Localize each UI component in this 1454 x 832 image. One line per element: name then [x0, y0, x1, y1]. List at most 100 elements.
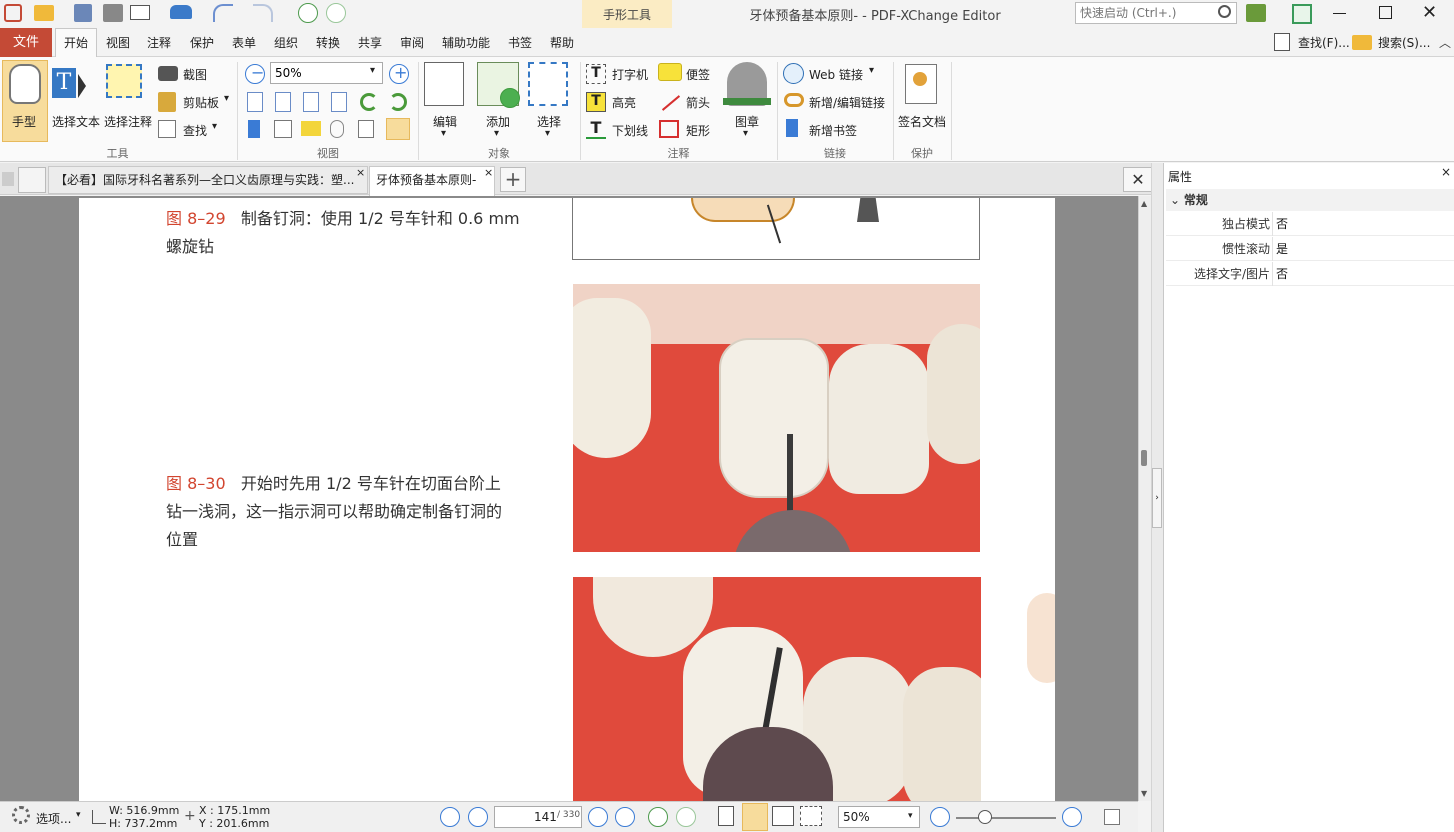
chevron-down-icon[interactable]: ▾: [224, 93, 229, 104]
close-icon[interactable]: ✕: [1422, 2, 1437, 23]
chevron-down-icon[interactable]: ▾: [545, 128, 550, 139]
tab-home[interactable]: 开始: [55, 28, 97, 58]
fit-visible-icon[interactable]: [331, 92, 347, 112]
single-page-icon[interactable]: [718, 806, 734, 826]
undo-icon[interactable]: [213, 4, 233, 22]
sign-document-button[interactable]: 签名文档: [898, 113, 946, 130]
find-button[interactable]: 查找(F)...: [1298, 34, 1350, 52]
customize-icon[interactable]: [1246, 4, 1266, 22]
first-page-icon[interactable]: [440, 807, 460, 827]
section-general[interactable]: ⌄ 常规: [1166, 189, 1454, 211]
find-tool-button[interactable]: 查找: [183, 122, 207, 139]
app-icon[interactable]: [4, 4, 22, 22]
property-row-select-text-image[interactable]: 选择文字/图片 否: [1166, 262, 1454, 286]
highlight-button[interactable]: 高亮: [612, 94, 636, 111]
zoom-slider-thumb[interactable]: [978, 810, 992, 824]
attachment-icon[interactable]: [330, 120, 344, 138]
next-page-icon[interactable]: [588, 807, 608, 827]
scroll-up-icon[interactable]: ▲: [1141, 199, 1147, 208]
rectangle-button[interactable]: 矩形: [686, 122, 710, 139]
last-page-icon[interactable]: [615, 807, 635, 827]
actual-size-icon[interactable]: [247, 92, 263, 112]
current-page[interactable]: 141: [534, 810, 557, 824]
tab-convert[interactable]: 转换: [316, 34, 340, 52]
scroll-down-icon[interactable]: ▼: [1141, 789, 1147, 798]
open-folder-icon[interactable]: [34, 5, 54, 21]
properties-pane-icon[interactable]: [386, 118, 410, 140]
typewriter-button[interactable]: 打字机: [612, 66, 648, 83]
tab-share[interactable]: 共享: [358, 34, 382, 52]
select-comment-button[interactable]: 选择注释: [104, 113, 152, 130]
file-menu[interactable]: 文件: [0, 28, 52, 57]
tab-organize[interactable]: 组织: [274, 34, 298, 52]
chevron-down-icon[interactable]: ▾: [869, 65, 874, 76]
property-row-inertial-scroll[interactable]: 惯性滚动 是: [1166, 237, 1454, 261]
quick-launch-input[interactable]: [1075, 2, 1237, 24]
facing-pages-icon[interactable]: [772, 806, 794, 826]
continuous-facing-icon[interactable]: [800, 806, 822, 826]
print-icon[interactable]: [103, 4, 123, 22]
tab-document-1[interactable]: 【必看】国际牙科名著系列—全口义齿原理与实践：塑...: [48, 166, 368, 194]
back-icon[interactable]: [298, 3, 318, 23]
continuous-page-icon[interactable]: [742, 803, 768, 831]
layers-icon[interactable]: [358, 120, 374, 138]
status-view-icon[interactable]: [1104, 809, 1120, 825]
snapshot-button[interactable]: 截图: [183, 66, 207, 83]
chevron-down-icon[interactable]: ▾: [76, 810, 81, 820]
zoom-in-icon[interactable]: [1062, 807, 1082, 827]
arrow-button[interactable]: 箭头: [686, 94, 710, 111]
clipboard-button[interactable]: 剪贴板: [183, 94, 219, 111]
prev-page-icon[interactable]: [468, 807, 488, 827]
cloud-icon[interactable]: [170, 5, 192, 19]
web-link-button[interactable]: Web 链接: [809, 66, 863, 83]
email-icon[interactable]: [130, 5, 150, 20]
chevron-down-icon[interactable]: ▾: [441, 128, 446, 139]
zoom-select[interactable]: [270, 62, 383, 84]
minimize-icon[interactable]: [1333, 13, 1346, 14]
tab-accessibility[interactable]: 辅助功能: [442, 34, 490, 52]
gear-icon[interactable]: [12, 806, 30, 824]
scroll-thumb[interactable]: [1141, 450, 1147, 466]
tab-forms[interactable]: 表单: [232, 34, 256, 52]
tab-review[interactable]: 审阅: [400, 34, 424, 52]
new-bookmark-button[interactable]: 新增书签: [809, 122, 857, 139]
vertical-scrollbar[interactable]: [1138, 196, 1151, 801]
forward-view-icon[interactable]: [676, 807, 696, 827]
search-icon[interactable]: [1218, 5, 1231, 18]
forward-icon[interactable]: [326, 3, 346, 23]
new-edit-link-button[interactable]: 新增/编辑链接: [809, 94, 885, 111]
zoom-out-icon[interactable]: [930, 807, 950, 827]
chevron-down-icon[interactable]: ▾: [212, 121, 217, 132]
tab-bookmarks[interactable]: 书签: [508, 34, 532, 52]
options-button[interactable]: 选项...: [36, 810, 71, 827]
fit-width-icon[interactable]: [303, 92, 319, 112]
zoom-slider[interactable]: [956, 817, 1056, 819]
pages-icon[interactable]: [274, 120, 292, 138]
tab-document-2[interactable]: 牙体预备基本原则-: [369, 166, 495, 196]
property-value[interactable]: 否: [1276, 262, 1288, 286]
tab-comment[interactable]: 注释: [147, 34, 171, 52]
sticky-note-button[interactable]: 便签: [686, 66, 710, 83]
redo-icon[interactable]: [253, 4, 273, 22]
save-icon[interactable]: [74, 4, 92, 22]
chevron-down-icon[interactable]: ▾: [743, 128, 748, 139]
maximize-icon[interactable]: [1379, 6, 1392, 19]
underline-button[interactable]: 下划线: [612, 122, 648, 139]
zoom-value[interactable]: 50%: [843, 810, 870, 824]
chevron-down-icon[interactable]: ▾: [908, 811, 913, 821]
fullscreen-icon[interactable]: [1292, 4, 1312, 24]
tab-view[interactable]: 视图: [106, 34, 130, 52]
tab-help[interactable]: 帮助: [550, 34, 574, 52]
collapse-ribbon-icon[interactable]: ︿: [1439, 34, 1451, 51]
pdf-page[interactable]: 图 8–29 制备钉洞：使用 1/2 号车针和 0.6 mm 螺旋钻 图 8–3…: [79, 198, 1055, 801]
search-button[interactable]: 搜索(S)...: [1378, 34, 1430, 52]
collapse-pane-icon[interactable]: ›: [1152, 468, 1162, 528]
bookmark-icon[interactable]: [248, 120, 260, 138]
comments-icon[interactable]: [301, 121, 321, 136]
property-value[interactable]: 是: [1276, 237, 1288, 261]
property-row-exclusive-mode[interactable]: 独占模式 否: [1166, 212, 1454, 236]
fit-page-icon[interactable]: [275, 92, 291, 112]
rotate-left-icon[interactable]: [360, 93, 378, 111]
tab-list-icon[interactable]: [18, 167, 46, 193]
tab-close-icon[interactable]: ×: [484, 166, 493, 179]
